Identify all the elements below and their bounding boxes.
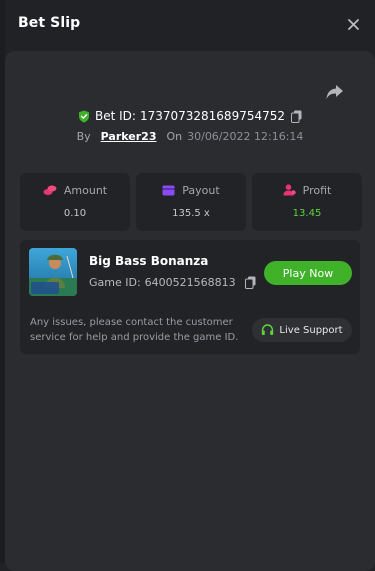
stat-profit-value: 13.45	[292, 208, 322, 219]
stat-amount: Amount 0.10	[20, 173, 130, 231]
page-title: Bet Slip	[18, 15, 81, 31]
copy-bet-id-button[interactable]	[291, 110, 302, 123]
stat-profit: Profit 13.45	[252, 173, 362, 231]
user-profit-icon	[283, 184, 296, 196]
bet-id-label: Bet ID:	[94, 109, 136, 123]
stat-amount-label: Amount	[63, 183, 108, 197]
coins-icon	[43, 184, 57, 196]
share-button[interactable]	[325, 83, 345, 101]
game-id-label: Game ID:	[89, 276, 141, 289]
stat-payout-head: Payout	[136, 182, 246, 198]
stat-amount-value: 0.10	[63, 208, 87, 219]
stat-profit-head: Profit	[252, 182, 362, 198]
close-button[interactable]	[345, 16, 361, 32]
bet-stats: Amount 0.10 Payout 135.5 x Profit 13.45	[20, 173, 362, 231]
on-label: On	[166, 129, 183, 143]
stat-amount-head: Amount	[20, 182, 130, 198]
copy-icon	[291, 110, 302, 123]
bet-meta-row: By Parker23 On 30/06/2022 12:16:14	[5, 128, 375, 144]
wallet-icon	[162, 185, 175, 196]
close-icon	[347, 18, 359, 30]
game-id-value: 6400521568813	[144, 276, 236, 289]
live-support-label: Live Support	[279, 324, 343, 336]
copy-icon	[244, 276, 256, 289]
stat-payout: Payout 135.5 x	[136, 173, 246, 231]
play-now-button[interactable]: Play Now	[264, 261, 352, 285]
bet-slip-header: Bet Slip	[0, 0, 375, 48]
stat-payout-label: Payout	[182, 183, 220, 197]
game-thumbnail[interactable]	[29, 248, 77, 296]
game-thumbnail-art	[29, 248, 77, 296]
copy-game-id-button[interactable]	[244, 276, 256, 289]
headset-icon	[261, 324, 274, 336]
bet-id-row: Bet ID: 1737073281689754752	[5, 107, 375, 125]
username-link[interactable]: Parker23	[101, 130, 157, 143]
bet-details-panel: Bet ID: 1737073281689754752 By Parker23 …	[5, 51, 375, 571]
shield-check-icon	[78, 110, 90, 123]
stat-payout-value: 135.5 x	[172, 208, 210, 219]
by-label: By	[76, 129, 91, 143]
stat-profit-label: Profit	[302, 183, 332, 197]
live-support-button[interactable]: Live Support	[252, 318, 352, 342]
support-note: Any issues, please contact the customer …	[30, 317, 239, 343]
share-icon	[326, 85, 343, 99]
bet-id-value: 1737073281689754752	[139, 109, 286, 123]
game-name: Big Bass Bonanza	[89, 254, 209, 268]
game-card: Big Bass Bonanza Game ID: 6400521568813 …	[20, 240, 360, 354]
game-id-row: Game ID: 6400521568813	[89, 276, 256, 289]
bet-date: 30/06/2022 12:16:14	[187, 129, 304, 143]
